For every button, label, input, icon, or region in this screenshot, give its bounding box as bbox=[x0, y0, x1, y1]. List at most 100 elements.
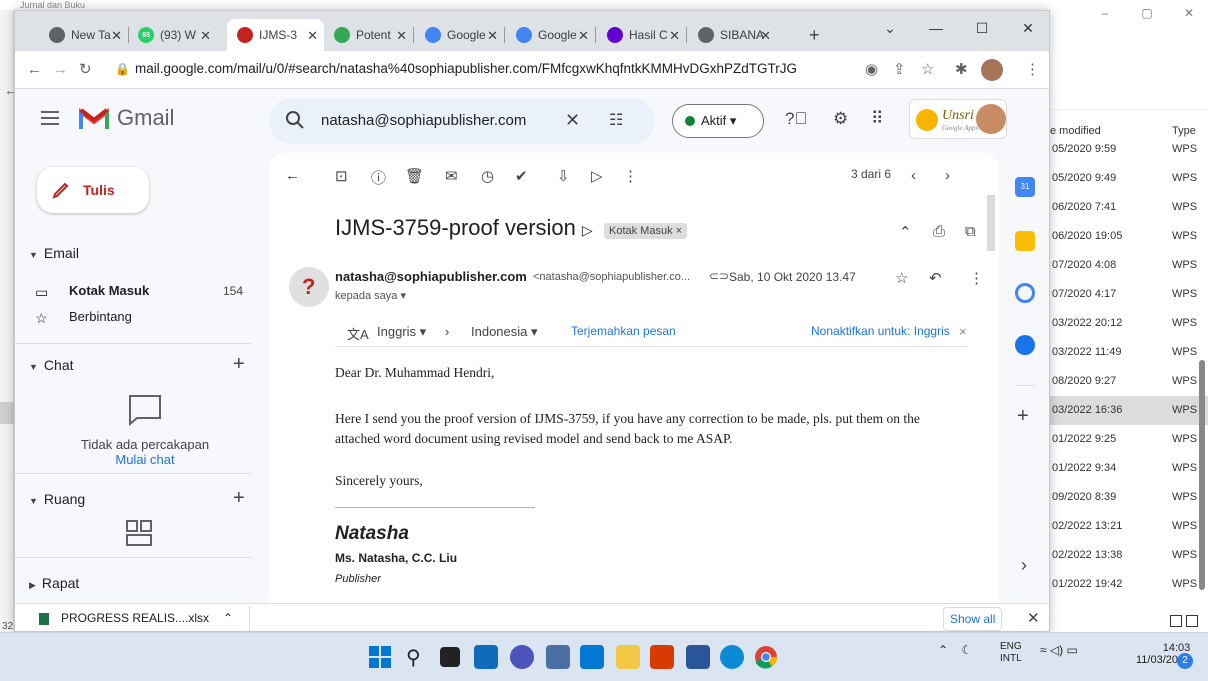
app-icon[interactable] bbox=[546, 645, 570, 669]
show-hidden-icons-icon[interactable]: ⌃ bbox=[938, 643, 948, 657]
lock-icon[interactable]: 🔒 bbox=[115, 55, 130, 83]
message-scrollbar[interactable] bbox=[987, 195, 995, 251]
office-icon[interactable] bbox=[650, 645, 674, 669]
file-row[interactable]: 09/2020 8:39 WPS bbox=[1046, 483, 1208, 512]
help-icon[interactable]: ?⃝ bbox=[785, 109, 807, 129]
explorer-minimize-icon[interactable]: – bbox=[1098, 6, 1112, 20]
maximize-icon[interactable]: ☐ bbox=[959, 11, 1005, 45]
section-email[interactable]: ▼ Email bbox=[29, 245, 79, 261]
newer-icon[interactable]: ‹ bbox=[911, 167, 916, 184]
file-row[interactable]: 07/2020 4:08 WPS bbox=[1046, 251, 1208, 280]
sender-name[interactable]: natasha@sophiapublisher.com bbox=[335, 269, 527, 284]
edge-icon[interactable] bbox=[720, 645, 744, 669]
wps-writer-icon[interactable] bbox=[686, 645, 710, 669]
profile-avatar[interactable] bbox=[981, 59, 1003, 81]
search-input[interactable]: natasha@sophiapublisher.com bbox=[321, 112, 526, 129]
translate-message-link[interactable]: Terjemahkan pesan bbox=[571, 324, 676, 338]
search-bar[interactable]: natasha@sophiapublisher.com ✕ ☷ bbox=[269, 98, 655, 144]
file-row[interactable]: 03/2022 11:49 WPS bbox=[1046, 338, 1208, 367]
wifi-sound-battery-icon[interactable]: ≈ ◁) ▭ bbox=[1040, 643, 1078, 657]
search-options-icon[interactable]: ☷ bbox=[609, 110, 623, 130]
back-to-list-icon[interactable]: ← bbox=[285, 167, 300, 184]
sidebar-item-inbox[interactable]: ▭ Kotak Masuk 154 bbox=[31, 279, 251, 303]
settings-gear-icon[interactable]: ⚙ bbox=[833, 109, 848, 129]
tab-6[interactable]: Hasil C ✕ bbox=[597, 19, 686, 51]
section-ruang[interactable]: ▼ Ruang + bbox=[29, 487, 245, 509]
message-more-icon[interactable]: ⋮ bbox=[969, 269, 984, 287]
close-tab-icon[interactable]: ✕ bbox=[200, 28, 211, 44]
extensions-icon[interactable]: ✱ bbox=[955, 61, 968, 79]
add-task-icon[interactable]: ✔ bbox=[515, 167, 528, 185]
file-row[interactable]: 02/2022 13:21 WPS bbox=[1046, 512, 1208, 541]
snooze-icon[interactable]: ◷ bbox=[481, 167, 494, 185]
delete-icon[interactable]: 🗑 bbox=[405, 167, 424, 185]
tasks-icon[interactable] bbox=[1015, 283, 1035, 303]
minimize-icon[interactable]: — bbox=[913, 11, 959, 45]
disable-translation-link[interactable]: Nonaktifkan untuk: Inggris bbox=[811, 324, 950, 338]
account-avatar[interactable] bbox=[976, 104, 1006, 134]
archive-icon[interactable]: ⊡ bbox=[335, 167, 348, 185]
contacts-icon[interactable] bbox=[1015, 335, 1035, 355]
expand-all-icon[interactable]: ⌃ bbox=[899, 223, 912, 241]
explorer-maximize-icon[interactable]: ▢ bbox=[1140, 6, 1154, 20]
target-language-dropdown[interactable]: Indonesia ▾ bbox=[471, 324, 538, 340]
sidebar-item-starred[interactable]: ☆ Berbintang bbox=[31, 305, 251, 329]
gmail-logo[interactable]: Gmail bbox=[79, 105, 174, 131]
close-tab-icon[interactable]: ✕ bbox=[760, 28, 771, 44]
get-addons-icon[interactable]: + bbox=[1017, 405, 1029, 428]
close-window-icon[interactable]: ✕ bbox=[1005, 11, 1049, 45]
file-row[interactable]: 05/2020 9:59 WPS bbox=[1046, 135, 1208, 164]
chrome-taskbar-icon[interactable] bbox=[754, 645, 778, 669]
forward-icon[interactable]: → bbox=[53, 61, 68, 79]
close-tab-icon[interactable]: ✕ bbox=[307, 28, 318, 44]
compose-button[interactable]: Tulis bbox=[37, 167, 149, 213]
tab-search-icon[interactable]: ⌄ bbox=[867, 11, 913, 45]
label-icon[interactable]: ▷ bbox=[591, 167, 603, 185]
explorer-close-icon[interactable]: ✕ bbox=[1182, 6, 1196, 20]
notification-badge[interactable]: 2 bbox=[1177, 653, 1193, 669]
importance-marker-icon[interactable]: ▷ bbox=[582, 222, 593, 238]
new-window-icon[interactable]: ⧉ bbox=[965, 223, 976, 240]
search-taskbar-icon[interactable]: ⚲ bbox=[406, 645, 421, 670]
more-options-icon[interactable]: ⋮ bbox=[623, 167, 638, 185]
start-chat-link[interactable]: Mulai chat bbox=[55, 452, 235, 467]
report-spam-icon[interactable]: ⓘ bbox=[371, 167, 386, 188]
chrome-menu-icon[interactable]: ⋮ bbox=[1025, 61, 1040, 79]
file-row[interactable]: 05/2020 9:49 WPS bbox=[1046, 164, 1208, 193]
clear-search-icon[interactable]: ✕ bbox=[565, 110, 580, 131]
close-tab-icon[interactable]: ✕ bbox=[578, 28, 589, 44]
star-message-icon[interactable]: ☆ bbox=[895, 269, 908, 287]
close-tab-icon[interactable]: ✕ bbox=[396, 28, 407, 44]
tab-7[interactable]: SIBANA ✕ bbox=[688, 19, 777, 51]
close-tab-icon[interactable]: ✕ bbox=[669, 28, 680, 44]
address-bar[interactable]: 🔒 mail.google.com/mail/u/0/#search/natas… bbox=[107, 55, 847, 83]
reload-icon[interactable]: ↻ bbox=[79, 61, 92, 79]
language-indicator[interactable]: ENG INTL bbox=[1000, 641, 1022, 665]
widgets-icon[interactable] bbox=[474, 645, 498, 669]
new-tab-button[interactable]: + bbox=[809, 25, 820, 46]
back-icon[interactable]: ← bbox=[27, 61, 42, 79]
location-icon[interactable]: ◉ bbox=[865, 61, 878, 79]
organization-logo[interactable]: Unsri Google Apps bbox=[909, 99, 1007, 139]
file-row[interactable]: 06/2020 19:05 WPS bbox=[1046, 222, 1208, 251]
file-row[interactable]: 07/2020 4:17 WPS bbox=[1046, 280, 1208, 309]
tab-5[interactable]: Google ✕ bbox=[506, 19, 595, 51]
print-icon[interactable]: ⎙ bbox=[933, 223, 945, 240]
chevron-up-icon[interactable]: ⌃ bbox=[223, 611, 233, 625]
close-download-bar-icon[interactable]: ✕ bbox=[1027, 609, 1040, 627]
network-icon[interactable]: ☾ bbox=[961, 643, 972, 657]
windows-start-icon[interactable] bbox=[368, 645, 392, 669]
download-item[interactable]: PROGRESS REALIS....xlsx ⌃ bbox=[39, 611, 233, 625]
explorer-scrollbar[interactable] bbox=[1199, 360, 1205, 590]
file-explorer-icon[interactable] bbox=[616, 645, 640, 669]
task-view-icon[interactable] bbox=[440, 647, 460, 667]
file-row[interactable]: 01/2022 9:34 WPS bbox=[1046, 454, 1208, 483]
tab-4[interactable]: Google ✕ bbox=[415, 19, 504, 51]
teams-chat-icon[interactable] bbox=[510, 645, 534, 669]
section-rapat[interactable]: ▶ Rapat bbox=[29, 575, 79, 591]
share-icon[interactable]: ⇪ bbox=[893, 61, 906, 79]
close-translate-icon[interactable]: × bbox=[959, 324, 967, 339]
main-menu-icon[interactable] bbox=[41, 111, 59, 129]
mail-app-icon[interactable] bbox=[580, 645, 604, 669]
file-row[interactable]: 03/2022 16:36 WPS bbox=[1046, 396, 1208, 425]
